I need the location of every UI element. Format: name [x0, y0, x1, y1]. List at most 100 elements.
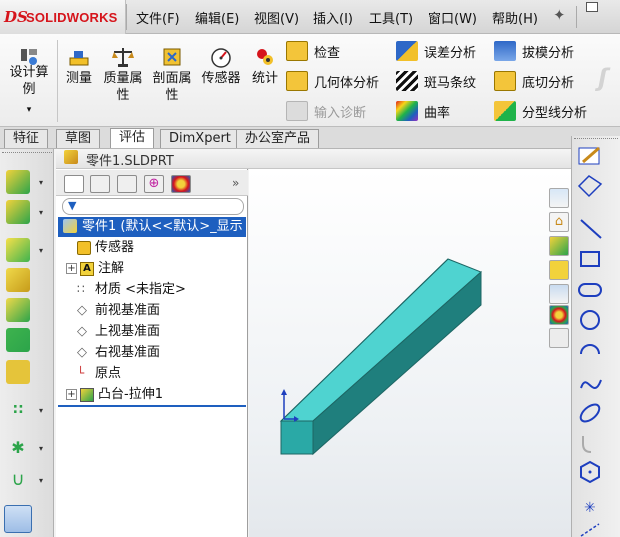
task-pane-custom-properties-icon[interactable] [549, 328, 569, 348]
tree-item-material[interactable]: ∷ 材质 <未指定> [66, 279, 186, 300]
mass-properties-button[interactable]: 质量属 性 [100, 40, 146, 110]
draft-analysis-label: 拔模分析 [522, 45, 575, 61]
fillet-dropdown-icon[interactable]: ▾ [39, 246, 43, 255]
statistics-button[interactable]: 统计 [246, 40, 284, 100]
menu-window[interactable]: 窗口(W) [428, 8, 477, 27]
tree-filter-field[interactable] [62, 198, 244, 215]
task-pane-home-icon[interactable]: ⌂ [549, 212, 569, 232]
smart-dimension-icon[interactable] [577, 175, 603, 198]
task-pane-resources-icon[interactable] [549, 188, 569, 208]
zebra-stripes-button[interactable]: 斑马条纹 [396, 70, 488, 92]
task-pane-file-explorer-icon[interactable] [549, 260, 569, 280]
deviation-analysis-button[interactable]: 误差分析 [396, 40, 488, 62]
filter-icon: ▼ [68, 199, 77, 212]
featuremanager-tab-icon[interactable] [64, 175, 84, 193]
tree-item-boss-extrude1[interactable]: + 凸台-拉伸1 [66, 384, 163, 405]
curves-dropdown-icon[interactable]: ▾ [39, 444, 43, 453]
tree-item-label: 右视基准面 [95, 345, 161, 360]
zebra-stripes-icon [396, 71, 418, 91]
tab-features[interactable]: 特征 [4, 129, 49, 148]
mass-props-label-2: 性 [116, 88, 130, 103]
dropdown-arrow-icon[interactable]: ▾ [6, 102, 52, 119]
undercut-analysis-button[interactable]: 底切分析 [494, 70, 594, 92]
panel-expand-icon[interactable]: » [232, 176, 239, 190]
plane-icon: ◇ [77, 345, 87, 360]
display-manager-tab-icon[interactable] [171, 175, 191, 193]
document-file-name: 零件1.SLDPRT [86, 154, 174, 169]
menu-edit[interactable]: 编辑(E) [195, 8, 239, 27]
line-icon[interactable] [580, 219, 602, 239]
shell-icon[interactable] [6, 298, 30, 322]
section-properties-button[interactable]: 剖面属 性 [149, 40, 195, 110]
tree-item-front-plane[interactable]: ◇ 前视基准面 [66, 300, 160, 321]
tree-item-top-plane[interactable]: ◇ 上视基准面 [66, 321, 160, 342]
draft-icon[interactable] [6, 328, 30, 352]
point-icon[interactable]: ✳ [584, 500, 596, 516]
draft-analysis-button[interactable]: 拔模分析 [494, 40, 594, 62]
rollback-bar[interactable] [58, 405, 246, 407]
tree-item-right-plane[interactable]: ◇ 右视基准面 [66, 342, 160, 363]
measure-button[interactable]: 测量 [60, 40, 98, 100]
task-pane-design-library-icon[interactable] [549, 236, 569, 256]
circle-icon[interactable] [580, 310, 600, 330]
arc-icon[interactable] [580, 344, 600, 355]
rectangle-icon[interactable] [580, 251, 600, 267]
curvature-icon [396, 101, 418, 121]
linear-pattern-icon[interactable]: ∷ [6, 398, 30, 422]
menu-help[interactable]: 帮助(H) [492, 8, 538, 27]
tab-sketch[interactable]: 草图 [56, 129, 101, 148]
rib-icon[interactable] [6, 268, 30, 292]
geometry-analysis-button[interactable]: 几何体分析 [286, 70, 390, 92]
deviation-analysis-icon [396, 41, 418, 61]
geometry-analysis-label: 几何体分析 [314, 75, 380, 91]
ellipse-icon[interactable] [578, 401, 603, 424]
configurationmanager-tab-icon[interactable] [117, 175, 137, 193]
extruded-cut-dropdown-icon[interactable]: ▾ [39, 208, 43, 217]
instant3d-icon[interactable]: ∪ [6, 468, 30, 492]
extruded-block-model[interactable] [279, 258, 482, 456]
extruded-boss-dropdown-icon[interactable]: ▾ [39, 178, 43, 187]
expand-icon[interactable]: + [66, 389, 77, 400]
extruded-cut-icon[interactable] [6, 200, 30, 224]
menu-insert[interactable]: 插入(I) [313, 8, 353, 27]
propertymanager-tab-icon[interactable] [90, 175, 110, 193]
tree-item-label: 材质 <未指定> [95, 282, 186, 297]
pin-icon[interactable]: ✦ [553, 6, 566, 24]
instant3d-dropdown-icon[interactable]: ▾ [39, 476, 43, 485]
sketch-icon[interactable] [578, 146, 600, 165]
centerline-icon[interactable] [580, 523, 600, 537]
check-button[interactable]: 检查 [286, 40, 390, 62]
sensor-button[interactable]: 传感器 [198, 40, 244, 100]
tab-dimxpert[interactable]: DimXpert [160, 129, 240, 148]
design-study-button[interactable]: 设计算 例 ▾ [6, 40, 52, 122]
curves-icon[interactable]: ✱ [6, 436, 30, 460]
spline-icon[interactable] [580, 379, 602, 389]
plane-icon: ◇ [77, 324, 87, 339]
import-diagnostics-button[interactable]: 输入诊断 [286, 100, 390, 122]
section-properties-icon [163, 48, 181, 66]
parting-line-analysis-button[interactable]: 分型线分析 [494, 100, 594, 122]
extruded-boss-icon[interactable] [6, 170, 30, 194]
dimxpert-tab-icon[interactable]: ⊕ [144, 175, 164, 193]
tree-item-sensors[interactable]: 传感器 [66, 237, 134, 258]
fillet-icon[interactable] [6, 238, 30, 262]
expand-icon[interactable]: + [66, 263, 77, 274]
polygon-icon[interactable] [580, 460, 600, 484]
tab-evaluate[interactable]: 评估 [110, 128, 155, 148]
menu-view[interactable]: 视图(V) [254, 8, 299, 27]
tab-office-products[interactable]: 办公室产品 [236, 129, 320, 148]
reference-geometry-icon[interactable] [6, 360, 30, 384]
tree-item-origin[interactable]: └ 原点 [66, 363, 121, 384]
curvature-button[interactable]: 曲率 [396, 100, 488, 122]
task-pane-appearances-icon[interactable] [549, 305, 569, 325]
fillet-sketch-icon[interactable] [582, 436, 592, 453]
menu-tools[interactable]: 工具(T) [369, 8, 413, 27]
pattern-dropdown-icon[interactable]: ▾ [39, 406, 43, 415]
restore-window-icon[interactable] [586, 2, 598, 12]
task-pane-view-palette-icon[interactable] [549, 284, 569, 304]
slot-icon[interactable] [578, 283, 602, 297]
menu-file[interactable]: 文件(F) [136, 8, 180, 27]
solidworks-logo[interactable]: DS SOLIDWORKS [0, 0, 126, 34]
rapid-sketch-icon[interactable] [4, 505, 32, 533]
tree-item-annotations[interactable]: + A 注解 [66, 258, 124, 279]
